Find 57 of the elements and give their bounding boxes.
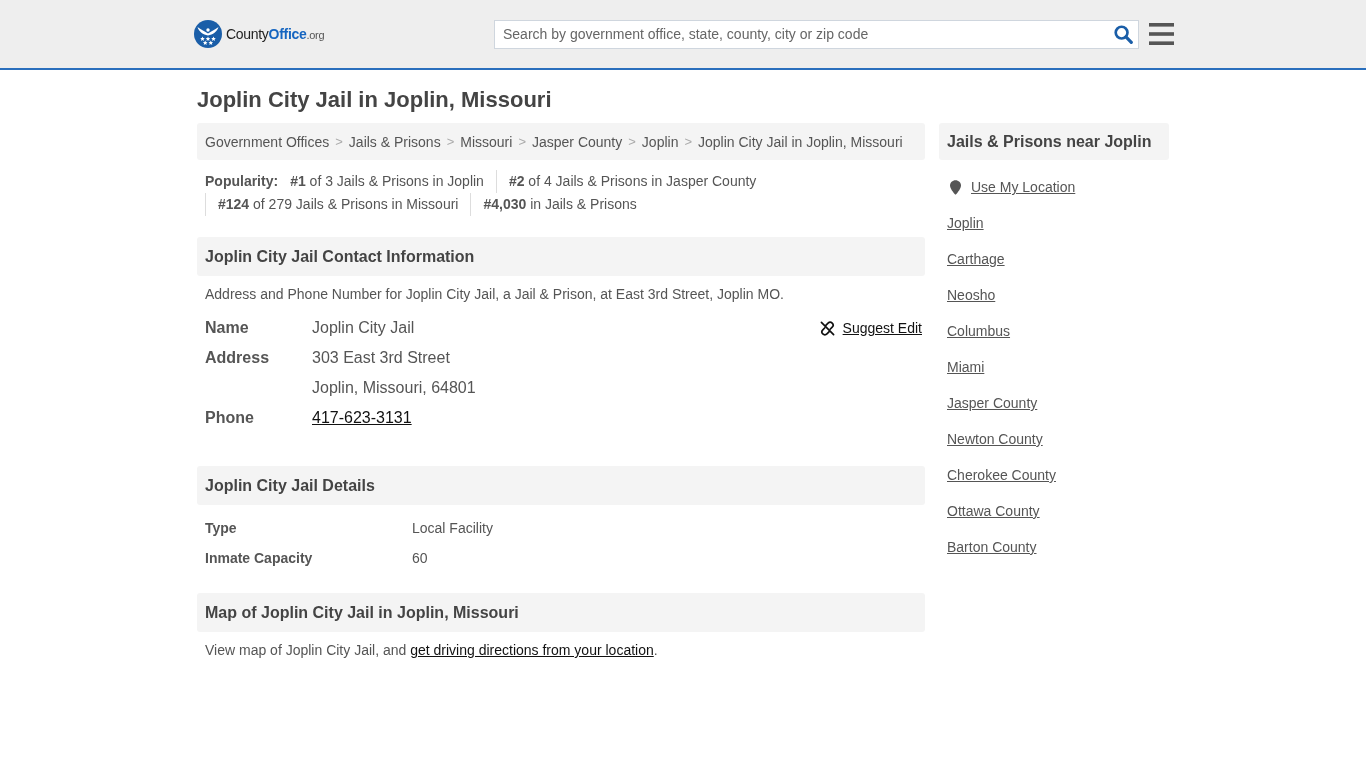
- nearby-link[interactable]: Miami: [947, 357, 985, 377]
- field-value: 303 East 3rd Street: [312, 348, 450, 368]
- section-header: Joplin City Jail Contact Information: [197, 237, 925, 276]
- breadcrumb-separator: >: [446, 134, 455, 149]
- map-description: View map of Joplin City Jail, and get driving directions from your location.: [204, 641, 659, 660]
- suggest-edit-link[interactable]: Suggest Edit: [842, 320, 922, 336]
- detail-label: Type: [205, 519, 238, 538]
- field-value: Joplin City Jail: [312, 318, 415, 338]
- breadcrumb-separator: >: [518, 134, 526, 149]
- field-label: Address: [205, 348, 271, 368]
- popularity-label: Popularity:: [205, 172, 279, 191]
- section-header: Map of Joplin City Jail in Joplin, Missouri: [197, 593, 925, 632]
- breadcrumb-separator: >: [628, 134, 636, 149]
- breadcrumb-separator: >: [335, 134, 343, 149]
- section-header: Joplin City Jail Details: [197, 466, 925, 505]
- page-title: Joplin City Jail in Joplin, Missouri: [197, 87, 553, 113]
- popularity-rank: #2 of 4 Jails & Prisons in Jasper County: [495, 170, 769, 193]
- map-pin-icon: [950, 179, 961, 195]
- site-logo[interactable]: CountyOffice.org: [194, 20, 325, 48]
- breadcrumb-link[interactable]: Missouri: [460, 133, 513, 150]
- detail-value: 60: [412, 549, 428, 568]
- breadcrumb-link[interactable]: Government Offices: [205, 133, 330, 150]
- nearby-link[interactable]: Jasper County: [947, 393, 1038, 413]
- detail-value: Local Facility: [412, 519, 493, 538]
- breadcrumb-current: Joplin City Jail in Joplin, Missouri: [698, 133, 903, 150]
- nearby-link[interactable]: Columbus: [947, 321, 1011, 341]
- section-description: Address and Phone Number for Joplin City Jail, a Jail & Prison, at East 3rd Street, Joplin MO.: [204, 285, 785, 304]
- logo-wordmark: CountyOffice.org: [226, 26, 325, 42]
- search-field[interactable]: Search by government office, state, county, city or zip code: [494, 19, 1139, 49]
- field-label: Name: [205, 318, 250, 338]
- phone-link[interactable]: 417-623-3131: [312, 403, 412, 433]
- breadcrumb-link[interactable]: Joplin: [641, 133, 679, 150]
- menu-icon: [1149, 23, 1174, 45]
- nearby-link[interactable]: Neosho: [947, 285, 996, 305]
- nearby-link[interactable]: Barton County: [947, 537, 1037, 557]
- nearby-link[interactable]: Cherokee County: [947, 465, 1056, 485]
- popularity-rank: #1 of 3 Jails & Prisons in Joplin: [289, 172, 485, 191]
- nearby-link[interactable]: Ottawa County: [947, 501, 1040, 521]
- breadcrumb-link[interactable]: Jails & Prisons: [348, 133, 441, 150]
- field-label: Phone: [205, 408, 255, 428]
- search-icon: [1114, 24, 1133, 44]
- nearby-link[interactable]: Newton County: [947, 429, 1043, 449]
- menu-button[interactable]: [1149, 23, 1174, 45]
- field-value: Joplin, Missouri, 64801: [312, 378, 476, 398]
- broken-link-icon: [819, 320, 835, 336]
- popularity-rank: #4,030 in Jails & Prisons: [470, 193, 649, 216]
- logo-icon: [194, 20, 222, 48]
- directions-link[interactable]: get driving directions from your location: [410, 642, 654, 658]
- breadcrumb-link[interactable]: Jasper County: [531, 133, 623, 150]
- detail-label: Inmate Capacity: [205, 549, 314, 568]
- breadcrumb-separator: >: [684, 134, 693, 149]
- sidebar-header: Jails & Prisons near Joplin: [939, 123, 1169, 160]
- search-button[interactable]: [1114, 24, 1133, 44]
- nearby-link[interactable]: Joplin: [947, 213, 984, 233]
- nearby-link[interactable]: Carthage: [947, 249, 1005, 269]
- use-location-link[interactable]: Use My Location: [971, 177, 1076, 197]
- popularity-rank: #124 of 279 Jails & Prisons in Missouri: [205, 193, 471, 216]
